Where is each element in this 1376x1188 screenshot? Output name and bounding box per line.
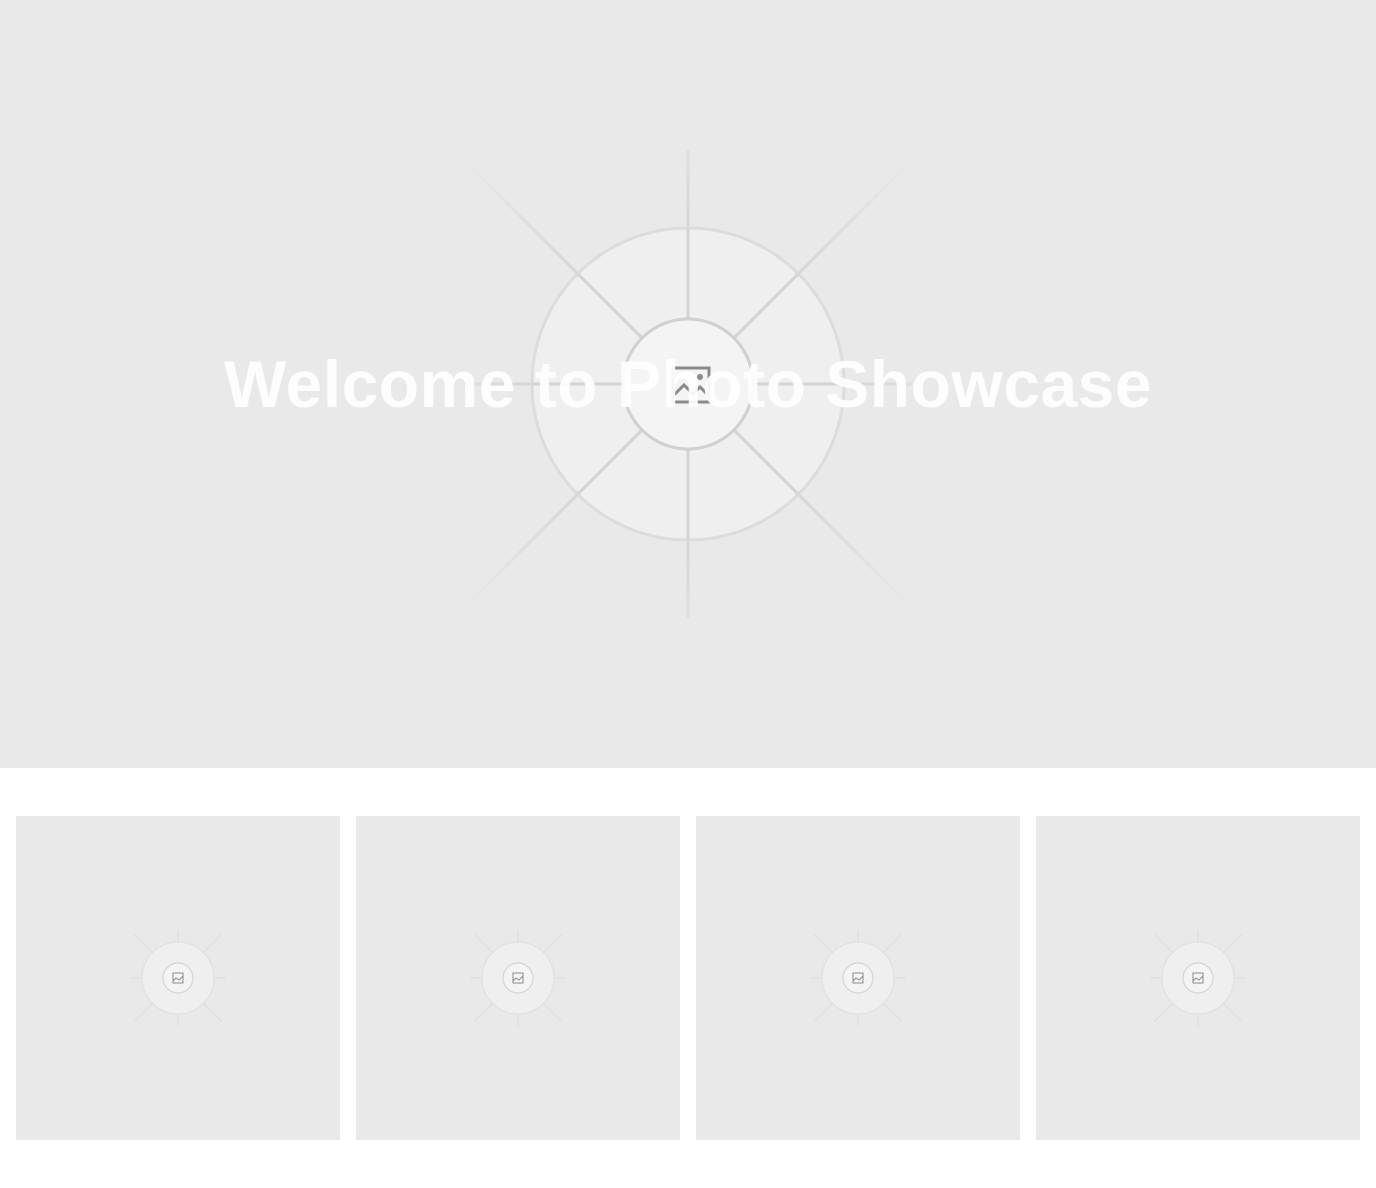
gallery-image-placeholder: [1150, 930, 1246, 1026]
gallery-item[interactable]: [1036, 816, 1360, 1140]
photo-gallery: [16, 816, 1360, 1140]
hero-title: Welcome to Photo Showcase: [223, 347, 1153, 421]
hero-banner: Welcome to Photo Showcase: [0, 0, 1376, 768]
gallery-item[interactable]: [16, 816, 340, 1140]
gallery-item[interactable]: [356, 816, 680, 1140]
gallery-image-placeholder: [130, 930, 226, 1026]
gallery-item[interactable]: [696, 816, 1020, 1140]
gallery-image-placeholder: [810, 930, 906, 1026]
gallery-image-placeholder: [470, 930, 566, 1026]
